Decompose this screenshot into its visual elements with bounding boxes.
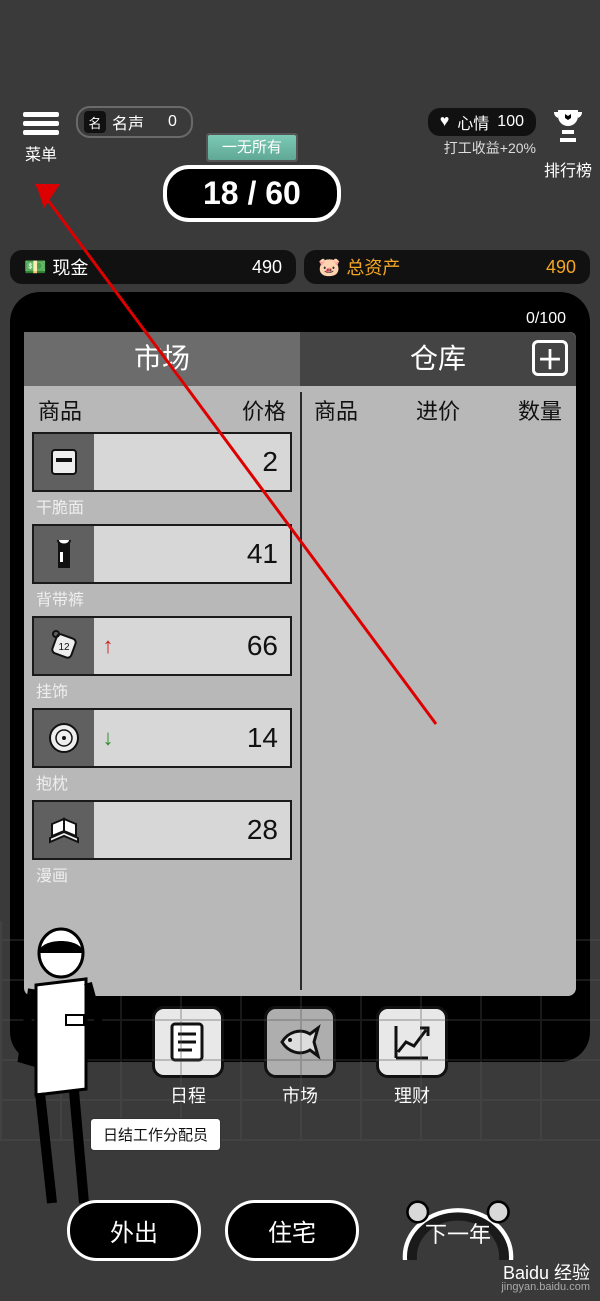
cash-value: 490 [252,257,282,278]
item-price: 28 [122,814,290,846]
watermark: Baidu 经验 jingyan.baidu.com [501,1264,590,1293]
item-name-label: 漫画 [36,862,292,886]
market-item[interactable]: 2 [32,432,292,492]
nav-market-label: 市场 [264,1082,336,1108]
warehouse-header-cost: 进价 [358,394,518,426]
reputation-value: 0 [168,113,177,131]
item-price: 14 [122,722,290,754]
tab-market[interactable]: 市场 [24,332,300,386]
warehouse-header-qty: 数量 [518,394,562,426]
reputation-label: 名声 [112,110,144,134]
cash-label: 现金 [52,254,88,280]
day-counter: 18 / 60 [163,165,341,222]
watermark-url: jingyan.baidu.com [501,1282,590,1293]
item-name-label: 背带裤 [36,586,292,610]
item-thumb [34,802,94,858]
nav-finance-label: 理财 [376,1082,448,1108]
market-item[interactable]: 28 [32,800,292,860]
capacity-label: 0/100 [24,310,576,328]
item-price: 66 [122,630,290,662]
market-column: 商品价格 2 干脆面 41 背带裤 12 ↑ 66 挂饰 ↓ 14 抱枕 28 … [24,386,300,996]
menu-label: 菜单 [6,141,76,165]
hud: 菜单 名 名声 0 一无所有 18 / 60 ♥ 心情 100 打工收益+20%… [0,0,600,200]
reputation-icon: 名 [84,111,106,133]
market-item[interactable]: 12 ↑ 66 [32,616,292,676]
mood-value: 100 [497,113,524,131]
item-name-label: 干脆面 [36,494,292,518]
item-name-label: 挂饰 [36,678,292,702]
character-speech: 日结工作分配员 [90,1118,221,1151]
nav-schedule-label: 日程 [152,1082,224,1108]
inventory-tabs: 市场 仓库 ＋ [24,332,576,386]
mood-pill[interactable]: ♥ 心情 100 [428,108,536,136]
nav-finance[interactable]: 理财 [376,1006,448,1108]
market-header-price: 价格 [242,394,286,426]
nav-schedule[interactable]: 日程 [152,1006,224,1108]
item-price: 2 [122,446,290,478]
work-bonus: 打工收益+20% [428,138,536,158]
mood-label: 心情 [457,110,489,134]
item-thumb [34,434,94,490]
market-header-item: 商品 [38,394,82,426]
home-button[interactable]: 住宅 [225,1200,359,1261]
svg-text:12: 12 [58,642,70,653]
assets-label: 总资产 [346,254,400,280]
trophy-icon [552,108,584,142]
menu-icon[interactable] [23,112,59,135]
item-thumb [34,526,94,582]
item-name-label: 抱枕 [36,770,292,794]
bottom-bar: 外出 住宅 下一年 [0,1200,600,1261]
add-slot-button[interactable]: ＋ [532,340,568,376]
market-item[interactable]: 41 [32,524,292,584]
nav-market[interactable]: 市场 [264,1006,336,1108]
piggy-icon: 🐷 [318,257,340,278]
cash-icon: 💵 [24,257,46,278]
resource-bar: 💵 现金 490 🐷 总资产 490 [0,250,600,284]
next-year-button[interactable]: 下一年 [383,1200,533,1261]
heart-icon: ♥ [440,113,450,131]
assets-value: 490 [546,257,576,278]
warehouse-header-item: 商品 [314,394,358,426]
reputation-pill[interactable]: 名 名声 0 [76,106,193,138]
item-price: 41 [122,538,290,570]
chart-icon [390,1020,434,1064]
market-item[interactable]: ↓ 14 [32,708,292,768]
status-badge: 一无所有 [206,133,298,162]
fish-icon [276,1018,324,1066]
notepad-icon [166,1020,210,1064]
assets-stat[interactable]: 🐷 总资产 490 [304,250,590,284]
warehouse-column: 商品 进价 数量 [300,386,576,996]
inventory-board: 商品价格 2 干脆面 41 背带裤 12 ↑ 66 挂饰 ↓ 14 抱枕 28 … [24,386,576,996]
rank-button[interactable]: 排行榜 [542,108,594,181]
character-avatar [6,925,126,1215]
watermark-brand: Baidu 经验 [503,1263,590,1283]
cash-stat[interactable]: 💵 现金 490 [10,250,296,284]
item-thumb: 12 [34,618,94,674]
item-thumb [34,710,94,766]
rank-label: 排行榜 [542,157,594,181]
go-out-button[interactable]: 外出 [67,1200,201,1261]
